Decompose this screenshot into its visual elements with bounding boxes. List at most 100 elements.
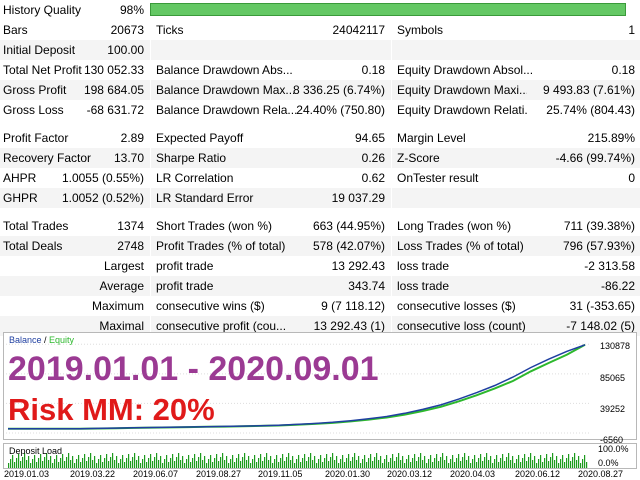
report-row: Profit Factor 2.89 Expected Payoff 94.65 Mar… xyxy=(0,128,640,148)
deposit-load-bar xyxy=(266,453,268,468)
stat-value: 9 (7 118.12) xyxy=(321,299,385,313)
deposit-load-bar xyxy=(194,454,196,468)
deposit-load-bar xyxy=(414,454,416,468)
column-divider xyxy=(150,256,151,276)
deposit-load-bar xyxy=(174,461,176,468)
stat-value: 24042117 xyxy=(332,23,386,37)
deposit-load-bar xyxy=(288,453,290,468)
deposit-load-bar xyxy=(324,458,326,468)
deposit-load-bar xyxy=(502,454,504,468)
deposit-load-bar xyxy=(20,461,22,468)
deposit-load-bar xyxy=(280,458,282,468)
deposit-load-bar xyxy=(320,455,322,468)
deposit-load-bar xyxy=(466,460,468,468)
deposit-load-bar xyxy=(452,455,454,468)
report-row: Total Trades 1374 Short Trades (won %) 663 … xyxy=(0,216,640,236)
deposit-load-bar xyxy=(558,463,560,468)
stat-value: 13 292.43 xyxy=(331,259,385,273)
deposit-load-bar xyxy=(416,461,418,468)
deposit-load-bar xyxy=(84,454,86,468)
column-divider xyxy=(391,60,392,80)
deposit-load-bar xyxy=(336,456,338,468)
deposit-load-bar xyxy=(250,463,252,468)
stat-label: Equity Drawdown Maxi... xyxy=(397,83,527,97)
report-row: Total Deals 2748 Profit Trades (% of total… xyxy=(0,236,640,256)
deposit-load-bar xyxy=(340,459,342,468)
deposit-load-bar xyxy=(8,463,10,468)
deposit-load-bar xyxy=(338,463,340,468)
column-divider xyxy=(391,256,392,276)
y-tick: 39252 xyxy=(600,404,626,414)
deposit-load-bar xyxy=(550,457,552,468)
x-tick: 2019.06.07 xyxy=(133,469,179,479)
deposit-load-bar xyxy=(290,460,292,468)
deposit-load-bar xyxy=(544,458,546,468)
deposit-load-bar xyxy=(470,463,472,468)
x-tick: 2020.06.12 xyxy=(515,469,561,479)
column-divider xyxy=(391,188,392,208)
deposit-load-bar xyxy=(58,462,60,468)
deposit-load-bar xyxy=(30,463,32,468)
deposit-load-bar xyxy=(446,456,448,468)
column-divider xyxy=(391,100,392,120)
deposit-load-bar xyxy=(330,457,332,468)
deposit-load-bar xyxy=(436,454,438,468)
deposit-load-bar xyxy=(222,453,224,468)
deposit-load-bar xyxy=(392,454,394,468)
deposit-load-bar xyxy=(104,458,106,468)
column-divider xyxy=(150,128,151,148)
deposit-load-bar xyxy=(428,459,430,468)
x-tick: 2019.11.05 xyxy=(258,469,303,479)
deposit-load-bar xyxy=(562,455,564,468)
deposit-load-bar xyxy=(332,453,334,468)
deposit-load-bar xyxy=(144,455,146,468)
y-tick: 130878 xyxy=(600,341,631,351)
deposit-load-bar xyxy=(564,462,566,468)
deposit-load-bar xyxy=(356,460,358,468)
stat-value: -86.22 xyxy=(600,279,635,293)
deposit-load-bar xyxy=(234,462,236,468)
column-divider xyxy=(391,148,392,168)
deposit-load-bar xyxy=(160,456,162,468)
report-row: Total Net Profit 130 052.33 Balance Drawdo… xyxy=(0,60,640,80)
deposit-load-bar xyxy=(476,462,478,468)
deposit-load-bar xyxy=(342,455,344,468)
deposit-load-bar xyxy=(26,460,28,468)
deposit-load-bar xyxy=(132,457,134,468)
deposit-load-bar xyxy=(542,462,544,468)
deposit-load-bar xyxy=(418,457,420,468)
deposit-load-bar xyxy=(408,455,410,468)
deposit-load-bar xyxy=(126,458,128,468)
deposit-load-bar xyxy=(12,455,14,468)
deposit-load-bar xyxy=(172,454,174,468)
x-tick: 2020.03.12 xyxy=(387,469,433,479)
deposit-load-bar xyxy=(554,460,556,468)
deposit-load-bar xyxy=(228,463,230,468)
deposit-load-bar xyxy=(110,457,112,468)
stat-label: Profit Trades (% of total) xyxy=(156,239,286,253)
stat-label: consecutive losses ($) xyxy=(397,299,516,313)
deposit-load-bar xyxy=(124,462,126,468)
stat-value: 0.62 xyxy=(361,171,385,185)
deposit-load-bar xyxy=(78,455,80,468)
deposit-load-bar xyxy=(494,459,496,468)
deposit-load-bar xyxy=(560,459,562,468)
deposit-load-bar xyxy=(272,463,274,468)
deposit-load-bar xyxy=(98,459,100,468)
deposit-load-bar xyxy=(200,453,202,468)
deposit-load-bar xyxy=(72,456,74,468)
deposit-load-bar xyxy=(412,458,414,468)
stat-value: 711 (39.38%) xyxy=(563,219,635,233)
stat-value: 663 (44.95%) xyxy=(312,219,385,233)
deposit-load-bar xyxy=(38,458,40,468)
deposit-load-bar xyxy=(162,463,164,468)
deposit-load-bar xyxy=(48,460,50,468)
stat-value: Largest xyxy=(103,259,144,273)
deposit-load-bar xyxy=(146,462,148,468)
deposit-load-bar xyxy=(180,460,182,468)
deposit-load-bar xyxy=(384,459,386,468)
deposit-load-bar xyxy=(262,461,264,468)
deposit-load-bar xyxy=(520,462,522,468)
deposit-load-bar xyxy=(256,462,258,468)
deposit-load-bar xyxy=(176,457,178,468)
